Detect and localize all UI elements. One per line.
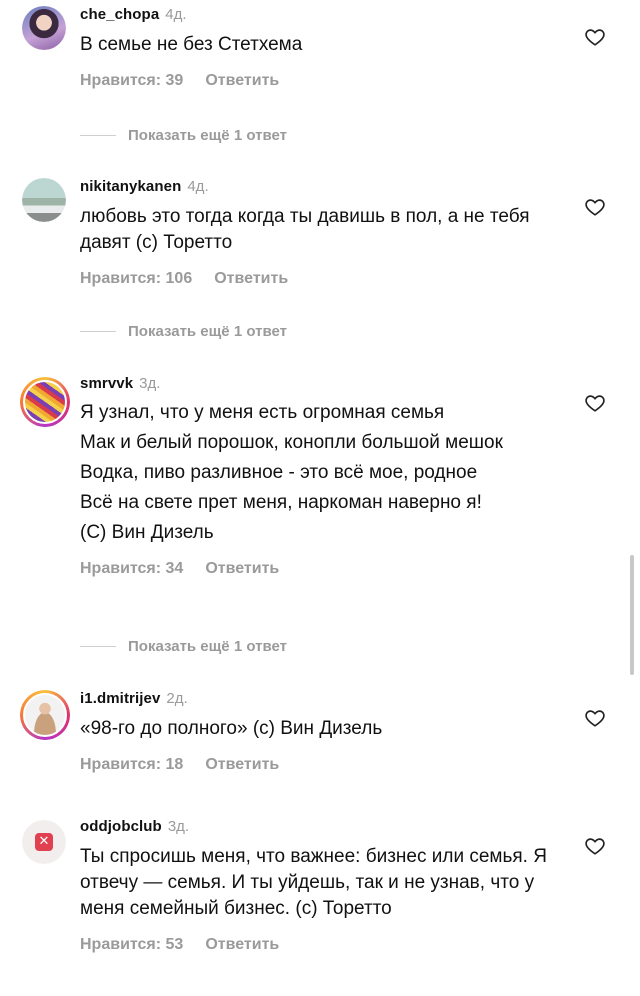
show-more-replies[interactable]: Показать ещё 1 ответ [80,126,287,144]
likes-count[interactable]: Нравится: 53 [80,936,183,953]
comment-age: 2д. [166,690,188,707]
avatar[interactable] [22,6,66,50]
show-more-label: Показать ещё 1 ответ [128,637,287,655]
comment-text: «98-го до полного» (с) Вин Дизель [80,718,383,739]
username[interactable]: che_chopa [80,6,159,23]
heart-icon[interactable] [584,835,606,857]
reply-button[interactable]: Ответить [205,72,279,89]
reply-button[interactable]: Ответить [205,936,279,953]
likes-count[interactable]: Нравится: 18 [80,756,183,773]
reply-button[interactable]: Ответить [205,756,279,773]
comment-age: 3д. [139,375,161,392]
show-more-replies[interactable]: Показать ещё 1 ответ [80,637,287,655]
comment-text: Ты спросишь меня, что важнее: бизнес или… [80,846,547,919]
divider [80,134,116,136]
reply-button[interactable]: Ответить [205,560,279,577]
scrollbar[interactable] [630,555,634,675]
heart-icon[interactable] [584,392,606,414]
divider [80,330,116,332]
username[interactable]: nikitanykanen [80,178,181,195]
comment-age: 3д. [167,818,190,835]
show-more-label: Показать ещё 1 ответ [128,322,287,340]
reply-button[interactable]: Ответить [214,270,288,287]
avatar[interactable] [20,690,70,740]
show-more-label: Показать ещё 1 ответ [128,126,287,144]
comment-text: любовь это тогда когда ты давишь в пол, … [80,206,530,253]
heart-icon[interactable] [584,26,606,48]
divider [80,645,116,647]
username[interactable]: i1.dmitrijev [80,690,160,707]
likes-count[interactable]: Нравится: 39 [80,72,183,89]
avatar[interactable] [20,377,70,427]
username[interactable]: smrvvk [80,375,133,392]
comment-age: 4д. [165,6,187,23]
username[interactable]: oddjobclub [80,818,162,835]
heart-icon[interactable] [584,707,606,729]
logo-avatar-icon: ✕ [35,833,53,851]
comments-list: che_chopa 4д. В семье не без Стетхема Нра… [0,0,640,996]
likes-count[interactable]: Нравится: 34 [80,560,183,577]
heart-icon[interactable] [584,196,606,218]
show-more-replies[interactable]: Показать ещё 1 ответ [80,322,287,340]
likes-count[interactable]: Нравится: 106 [80,270,192,287]
avatar[interactable]: ✕ [22,820,66,864]
comment-age: 4д. [187,178,209,195]
avatar[interactable] [22,178,66,222]
comment-text: Я узнал, что у меня есть огромная семья … [80,402,503,543]
comment-text: В семье не без Стетхема [80,34,303,55]
